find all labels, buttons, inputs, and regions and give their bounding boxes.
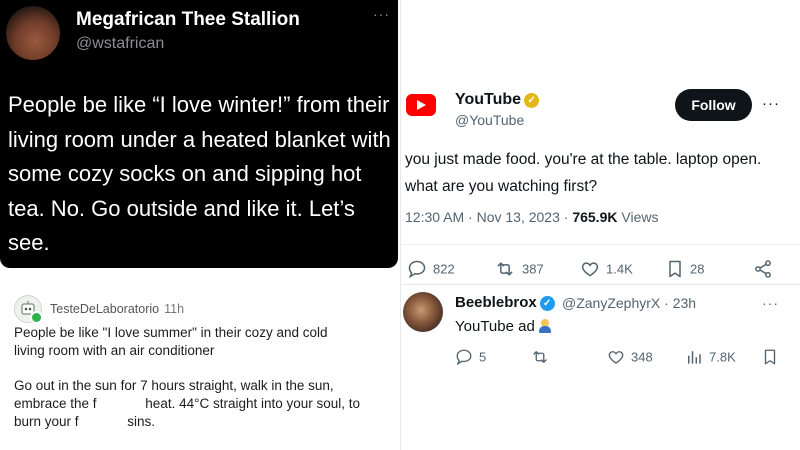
more-options-icon[interactable]: ··· xyxy=(373,6,390,22)
more-options-icon[interactable]: ··· xyxy=(762,295,779,311)
like-count: 1.4K xyxy=(606,261,633,277)
dark-post-card: Megafrican Thee Stallion @wstafrican ···… xyxy=(0,0,398,268)
repost-count: 387 xyxy=(522,261,544,277)
comment-icon xyxy=(408,260,426,279)
display-name[interactable]: Beeblebrox ✓ xyxy=(455,294,555,311)
views-label: Views xyxy=(617,209,659,225)
heart-icon xyxy=(608,351,624,364)
heart-icon xyxy=(581,262,599,277)
display-name[interactable]: YouTube ✓ xyxy=(455,91,540,109)
divider xyxy=(400,284,800,285)
column-divider xyxy=(400,0,401,450)
post-text-line: People be like "I love summer" in their … xyxy=(14,325,328,340)
reply-button[interactable]: 5 xyxy=(455,348,486,366)
online-status-dot xyxy=(30,311,43,324)
avatar[interactable] xyxy=(14,295,43,324)
post-time: 11h xyxy=(164,302,185,316)
display-name-text: Beeblebrox xyxy=(455,294,537,311)
user-handle[interactable]: @YouTube xyxy=(455,112,524,128)
post-meta: 12:30 AM · Nov 13, 2023 · 765.9K Views xyxy=(405,209,658,225)
follow-button[interactable]: Follow xyxy=(675,89,752,121)
reply-count: 5 xyxy=(479,349,487,365)
man-technologist-emoji-icon xyxy=(538,319,552,333)
light-post-card: TesteDeLaboratorio 11h People be like "I … xyxy=(0,283,398,450)
user-handle[interactable]: @wstafrican xyxy=(76,35,164,53)
post-text: People be like “I love winter!” from the… xyxy=(8,92,391,255)
display-name[interactable]: Megafrican Thee Stallion xyxy=(76,9,300,31)
like-button[interactable]: 1.4K xyxy=(580,259,633,279)
analytics-icon xyxy=(688,351,701,364)
like-button[interactable]: 348 xyxy=(607,348,653,366)
verified-badge-icon: ✓ xyxy=(539,296,555,311)
username[interactable]: TesteDeLaboratorio xyxy=(50,302,159,316)
bookmark-icon xyxy=(669,260,681,278)
post-text: you just made food. you're at the table.… xyxy=(405,151,762,195)
views-count: 7.8K xyxy=(709,349,736,365)
comment-icon xyxy=(456,349,472,366)
divider xyxy=(400,244,800,245)
repost-button[interactable] xyxy=(530,348,556,366)
bookmark-icon xyxy=(764,349,776,365)
post-meta: TesteDeLaboratorio 11h xyxy=(50,302,184,316)
more-options-icon[interactable]: ··· xyxy=(762,95,780,112)
post-text-line: burn your f sins. xyxy=(14,414,156,429)
post-text-line: living room with an air conditioner xyxy=(14,343,215,358)
avatar[interactable] xyxy=(6,6,60,60)
views-button[interactable]: 7.8K xyxy=(685,348,736,366)
post-text-line: Go out in the sun for 7 hours straight, … xyxy=(14,378,334,393)
share-button[interactable] xyxy=(753,259,779,279)
like-count: 348 xyxy=(631,349,653,365)
verified-badge-icon: ✓ xyxy=(524,93,540,108)
youtube-logo-icon[interactable] xyxy=(406,94,436,116)
avatar[interactable] xyxy=(403,292,443,332)
bookmark-button[interactable] xyxy=(762,348,784,366)
repost-icon xyxy=(533,351,547,363)
repost-button[interactable]: 387 xyxy=(494,259,544,279)
bookmark-count: 28 xyxy=(690,261,705,277)
post-text: YouTube ad xyxy=(455,318,552,335)
share-icon xyxy=(755,260,771,278)
reply-button[interactable]: 822 xyxy=(407,259,455,279)
display-name-text: YouTube xyxy=(455,91,522,108)
views-count: 765.9K xyxy=(572,209,618,225)
repost-icon xyxy=(497,262,513,276)
user-handle[interactable]: @ZanyZephyrX · 23h xyxy=(562,295,696,311)
reply-count: 822 xyxy=(433,261,455,277)
bookmark-button[interactable]: 28 xyxy=(666,259,704,279)
post-text-content: YouTube ad xyxy=(455,318,535,335)
timestamp[interactable]: 12:30 AM · Nov 13, 2023 · xyxy=(405,209,572,225)
post-text-line: embrace the f heat. 44°C straight into y… xyxy=(14,396,361,411)
